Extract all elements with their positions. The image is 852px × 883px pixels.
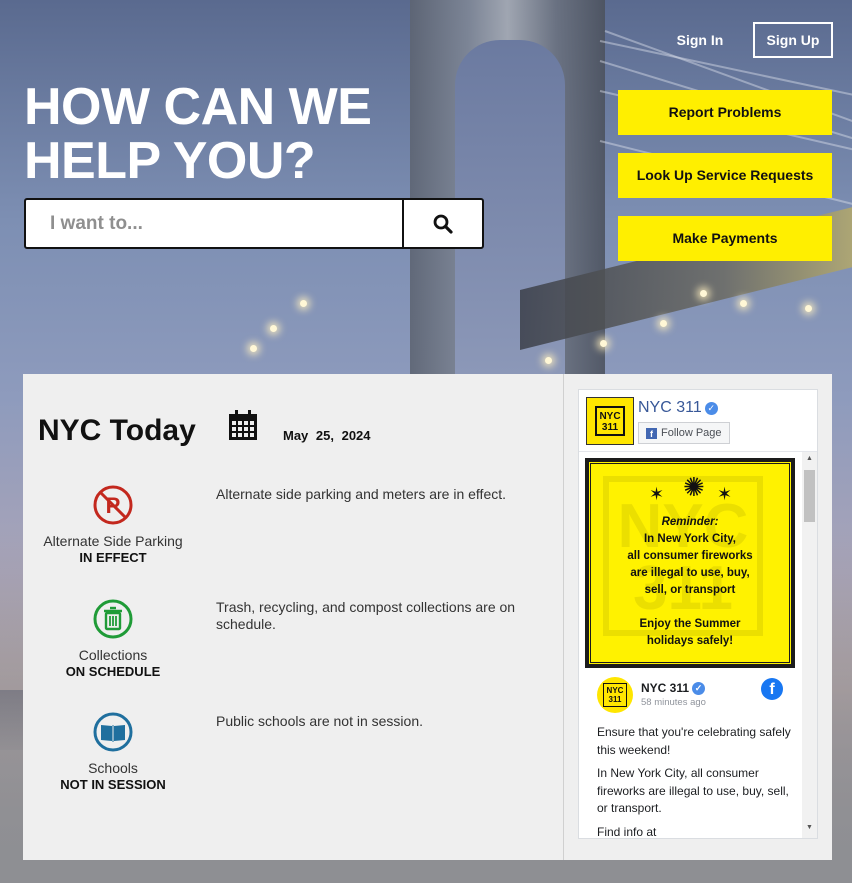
follow-page-label: Follow Page (661, 427, 722, 439)
firework-icon: ✺ (683, 472, 705, 502)
status-label: Alternate Side Parking (43, 533, 183, 549)
trash-can-icon (93, 599, 133, 639)
bridge-light (700, 290, 707, 297)
calendar-icon (229, 410, 257, 440)
nyc-today-title: NYC Today (38, 414, 196, 447)
facebook-widget-header: NYC 311 NYC 311 ✓ f Follow Page (579, 390, 817, 452)
scrollbar-thumb[interactable] (804, 470, 815, 522)
post-text: Ensure that you're celebrating safely th… (597, 725, 791, 839)
firework-icon: ✶ (717, 484, 733, 504)
poster-enjoy-message: Enjoy the Summer holidays safely! (639, 618, 741, 647)
status-collections[interactable]: Collections ON SCHEDULE (23, 598, 203, 679)
today-date: May 25, 2024 (283, 428, 371, 443)
headline-line-2: HELP YOU? (24, 132, 316, 190)
sign-up-button[interactable]: Sign Up (753, 22, 833, 58)
status-value: NOT IN SESSION (60, 777, 166, 792)
bridge-light (300, 300, 307, 307)
status-alternate-side-parking[interactable]: P Alternate Side Parking IN EFFECT (23, 484, 203, 565)
status-schools[interactable]: Schools NOT IN SESSION (23, 711, 203, 792)
bridge-light (805, 305, 812, 312)
status-label: Schools (88, 760, 138, 776)
status-description: Alternate side parking and meters are in… (216, 486, 507, 502)
headline-line-1: HOW CAN WE (24, 78, 372, 136)
hero-headline: HOW CAN WE HELP YOU? (24, 80, 444, 188)
look-up-service-requests-button[interactable]: Look Up Service Requests (618, 153, 832, 198)
nyc311-logo-mark: NYC 311 (595, 406, 625, 436)
status-label: Collections (78, 647, 148, 663)
status-description: Public schools are not in session. (216, 713, 423, 729)
post-author-avatar[interactable]: NYC 311 (597, 677, 633, 713)
poster-message: Reminder: In New York City, all consumer… (627, 516, 753, 596)
search-input[interactable] (26, 200, 402, 247)
bridge-light (740, 300, 747, 307)
scroll-down-arrow-icon[interactable]: ▼ (806, 824, 813, 831)
search-button[interactable] (402, 200, 482, 247)
panel-divider (563, 374, 564, 860)
nyc311-logo[interactable]: NYC 311 (586, 397, 634, 445)
facebook-page-name[interactable]: NYC 311 ✓ (638, 399, 718, 417)
fireworks-reminder-poster[interactable]: NYC 311 ✶ ✺ ✶ Reminder: In New York City,… (585, 458, 795, 668)
scroll-up-arrow-icon[interactable]: ▲ (806, 455, 813, 462)
bridge-light (250, 345, 257, 352)
report-problems-button[interactable]: Report Problems (618, 90, 832, 135)
post-author-name[interactable]: NYC 311 ✓ (641, 681, 706, 695)
bridge-light (660, 320, 667, 327)
widget-scrollbar[interactable]: ▲ ▼ (802, 452, 817, 838)
facebook-icon[interactable]: f (761, 678, 783, 700)
status-description: Trash, recycling, and compost collection… (216, 599, 516, 632)
bridge-light (270, 325, 277, 332)
status-value: IN EFFECT (79, 550, 147, 565)
follow-page-button[interactable]: f Follow Page (638, 422, 730, 444)
search-icon (433, 214, 453, 234)
book-icon (93, 712, 133, 752)
nyc311-logo-mark: NYC 311 (603, 683, 627, 707)
status-value: ON SCHEDULE (65, 664, 161, 679)
verified-badge-icon: ✓ (692, 682, 706, 695)
make-payments-button[interactable]: Make Payments (618, 216, 832, 261)
sign-in-link[interactable]: Sign In (660, 22, 740, 58)
facebook-page-widget: NYC 311 NYC 311 ✓ f Follow Page NYC 311 ✶ ✺… (578, 389, 818, 839)
bridge-light (600, 340, 607, 347)
no-parking-icon: P (93, 485, 133, 525)
search-bar (24, 198, 484, 249)
verified-badge-icon: ✓ (704, 402, 718, 415)
facebook-logo-icon: f (646, 427, 657, 439)
firework-icon: ✶ (649, 484, 665, 504)
poster-body: NYC 311 ✶ ✺ ✶ Reminder: In New York City,… (588, 461, 792, 665)
bridge-light (545, 357, 552, 364)
post-timestamp[interactable]: 58 minutes ago (641, 697, 706, 708)
